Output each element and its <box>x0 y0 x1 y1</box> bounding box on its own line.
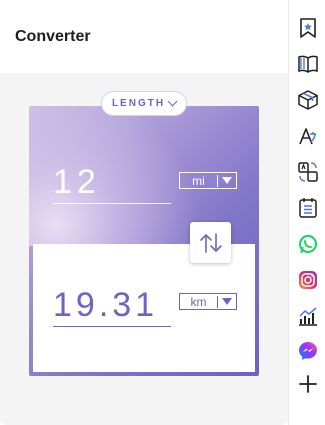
from-value-input[interactable]: 12 <box>53 162 171 204</box>
instagram-icon <box>299 271 317 289</box>
from-unit-select[interactable]: mi <box>179 172 237 189</box>
dropdown-arrow-icon <box>218 298 236 305</box>
dropdown-arrow-icon <box>218 177 236 184</box>
sidebar-item-book[interactable] <box>297 53 319 75</box>
swap-button[interactable] <box>190 222 231 263</box>
header: Converter <box>0 0 288 72</box>
to-unit-select[interactable]: km <box>179 293 237 310</box>
sidebar-item-whatsapp[interactable] <box>297 233 319 255</box>
to-unit-label: km <box>190 294 207 309</box>
sidebar-item-messenger[interactable] <box>297 340 319 362</box>
swap-arrows-icon <box>199 232 222 253</box>
from-unit-label: mi <box>192 173 205 188</box>
chevron-down-icon <box>167 96 178 107</box>
category-label: LENGTH <box>111 98 166 109</box>
converter-panel: LENGTH 12 mi 19.31 km <box>0 73 288 425</box>
category-dropdown[interactable]: LENGTH <box>101 91 187 116</box>
translate-icon <box>299 128 316 145</box>
right-sidebar <box>288 0 325 425</box>
sidebar-item-translate[interactable] <box>297 125 319 147</box>
converter-page: Converter LENGTH 12 mi 19.31 km <box>0 0 325 425</box>
chart-icon <box>299 307 317 326</box>
sidebar-item-box[interactable] <box>297 89 319 111</box>
converter-icon <box>298 162 318 182</box>
box-icon <box>298 90 318 110</box>
page-title: Converter <box>15 28 91 45</box>
to-value-output[interactable]: 19.31 <box>53 285 171 327</box>
add-shortcut-button[interactable] <box>297 373 319 395</box>
sidebar-item-bookmarks[interactable] <box>297 17 319 39</box>
book-icon <box>298 55 318 73</box>
bookmark-icon <box>300 18 316 38</box>
sidebar-item-calendar[interactable] <box>297 197 319 219</box>
add-icon <box>299 375 317 393</box>
messenger-icon <box>299 342 317 360</box>
sidebar-item-chart[interactable] <box>297 305 319 327</box>
calendar-list-icon <box>299 198 317 218</box>
whatsapp-icon <box>298 234 318 254</box>
sidebar-item-instagram[interactable] <box>297 269 319 291</box>
sidebar-item-converter[interactable] <box>297 161 319 183</box>
